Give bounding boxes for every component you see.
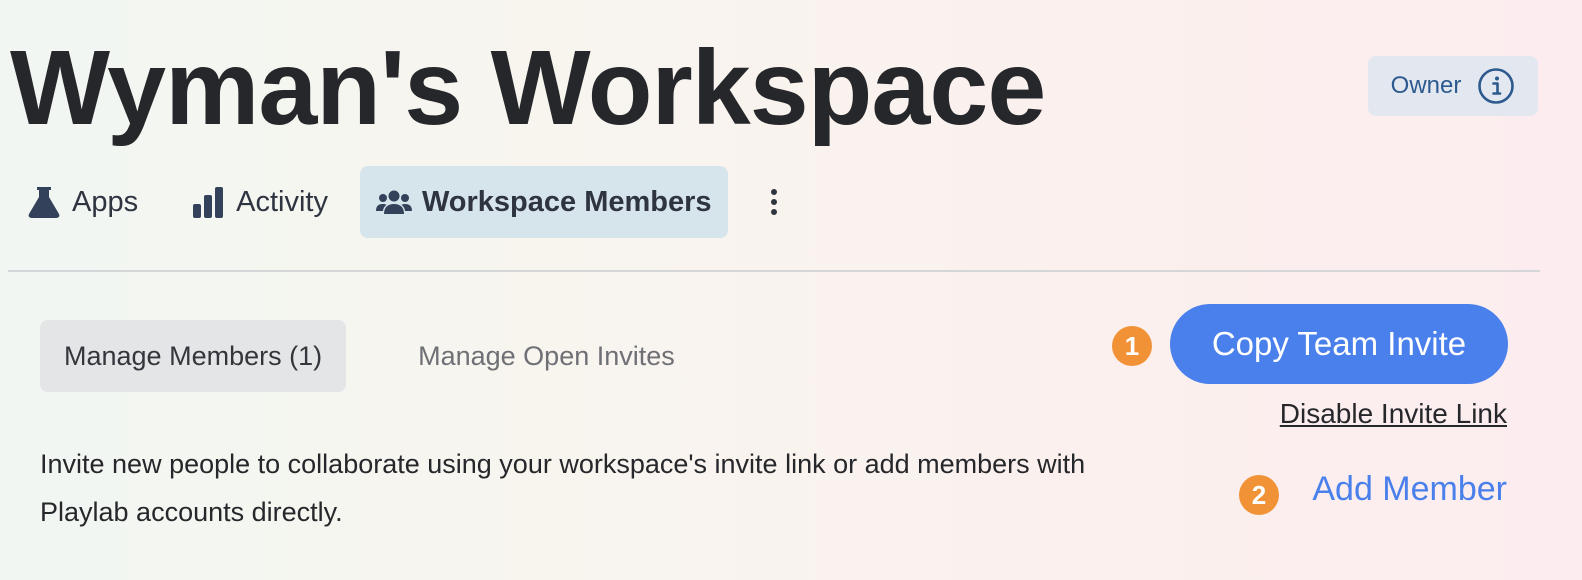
users-icon	[375, 190, 412, 214]
bar-chart-icon	[193, 187, 224, 218]
add-member-link[interactable]: Add Member	[1312, 470, 1507, 509]
tab-activity-label: Activity	[236, 185, 328, 218]
tab-manage-open-invites[interactable]: Manage Open Invites	[394, 320, 699, 392]
invite-description: Invite new people to collaborate using y…	[40, 449, 1086, 527]
more-options-button[interactable]	[758, 166, 790, 238]
copy-team-invite-button[interactable]: Copy Team Invite	[1170, 304, 1508, 384]
tab-activity[interactable]: Activity	[174, 166, 344, 238]
role-label: Owner	[1390, 72, 1462, 99]
tab-workspace-members-label: Workspace Members	[421, 185, 712, 218]
owner-role-badge[interactable]: Owner	[1368, 56, 1538, 116]
workspace-nav: Apps Activity Workspace Members	[10, 165, 790, 239]
vertical-ellipsis-icon	[770, 189, 777, 215]
nav-divider	[8, 270, 1540, 272]
flask-icon	[28, 187, 60, 218]
disable-invite-link[interactable]: Disable Invite Link	[1280, 398, 1507, 430]
info-icon[interactable]	[1477, 67, 1515, 105]
step-badge-1: 1	[1112, 326, 1152, 366]
page-title: Wyman's Workspace	[10, 29, 1046, 147]
members-sub-tabs: Manage Members (1) Manage Open Invites	[40, 320, 699, 392]
tab-apps[interactable]: Apps	[10, 166, 154, 238]
tab-manage-members[interactable]: Manage Members (1)	[40, 320, 347, 392]
step-badge-2: 2	[1239, 475, 1279, 515]
tab-apps-label: Apps	[72, 185, 139, 218]
tab-workspace-members[interactable]: Workspace Members	[359, 166, 728, 238]
